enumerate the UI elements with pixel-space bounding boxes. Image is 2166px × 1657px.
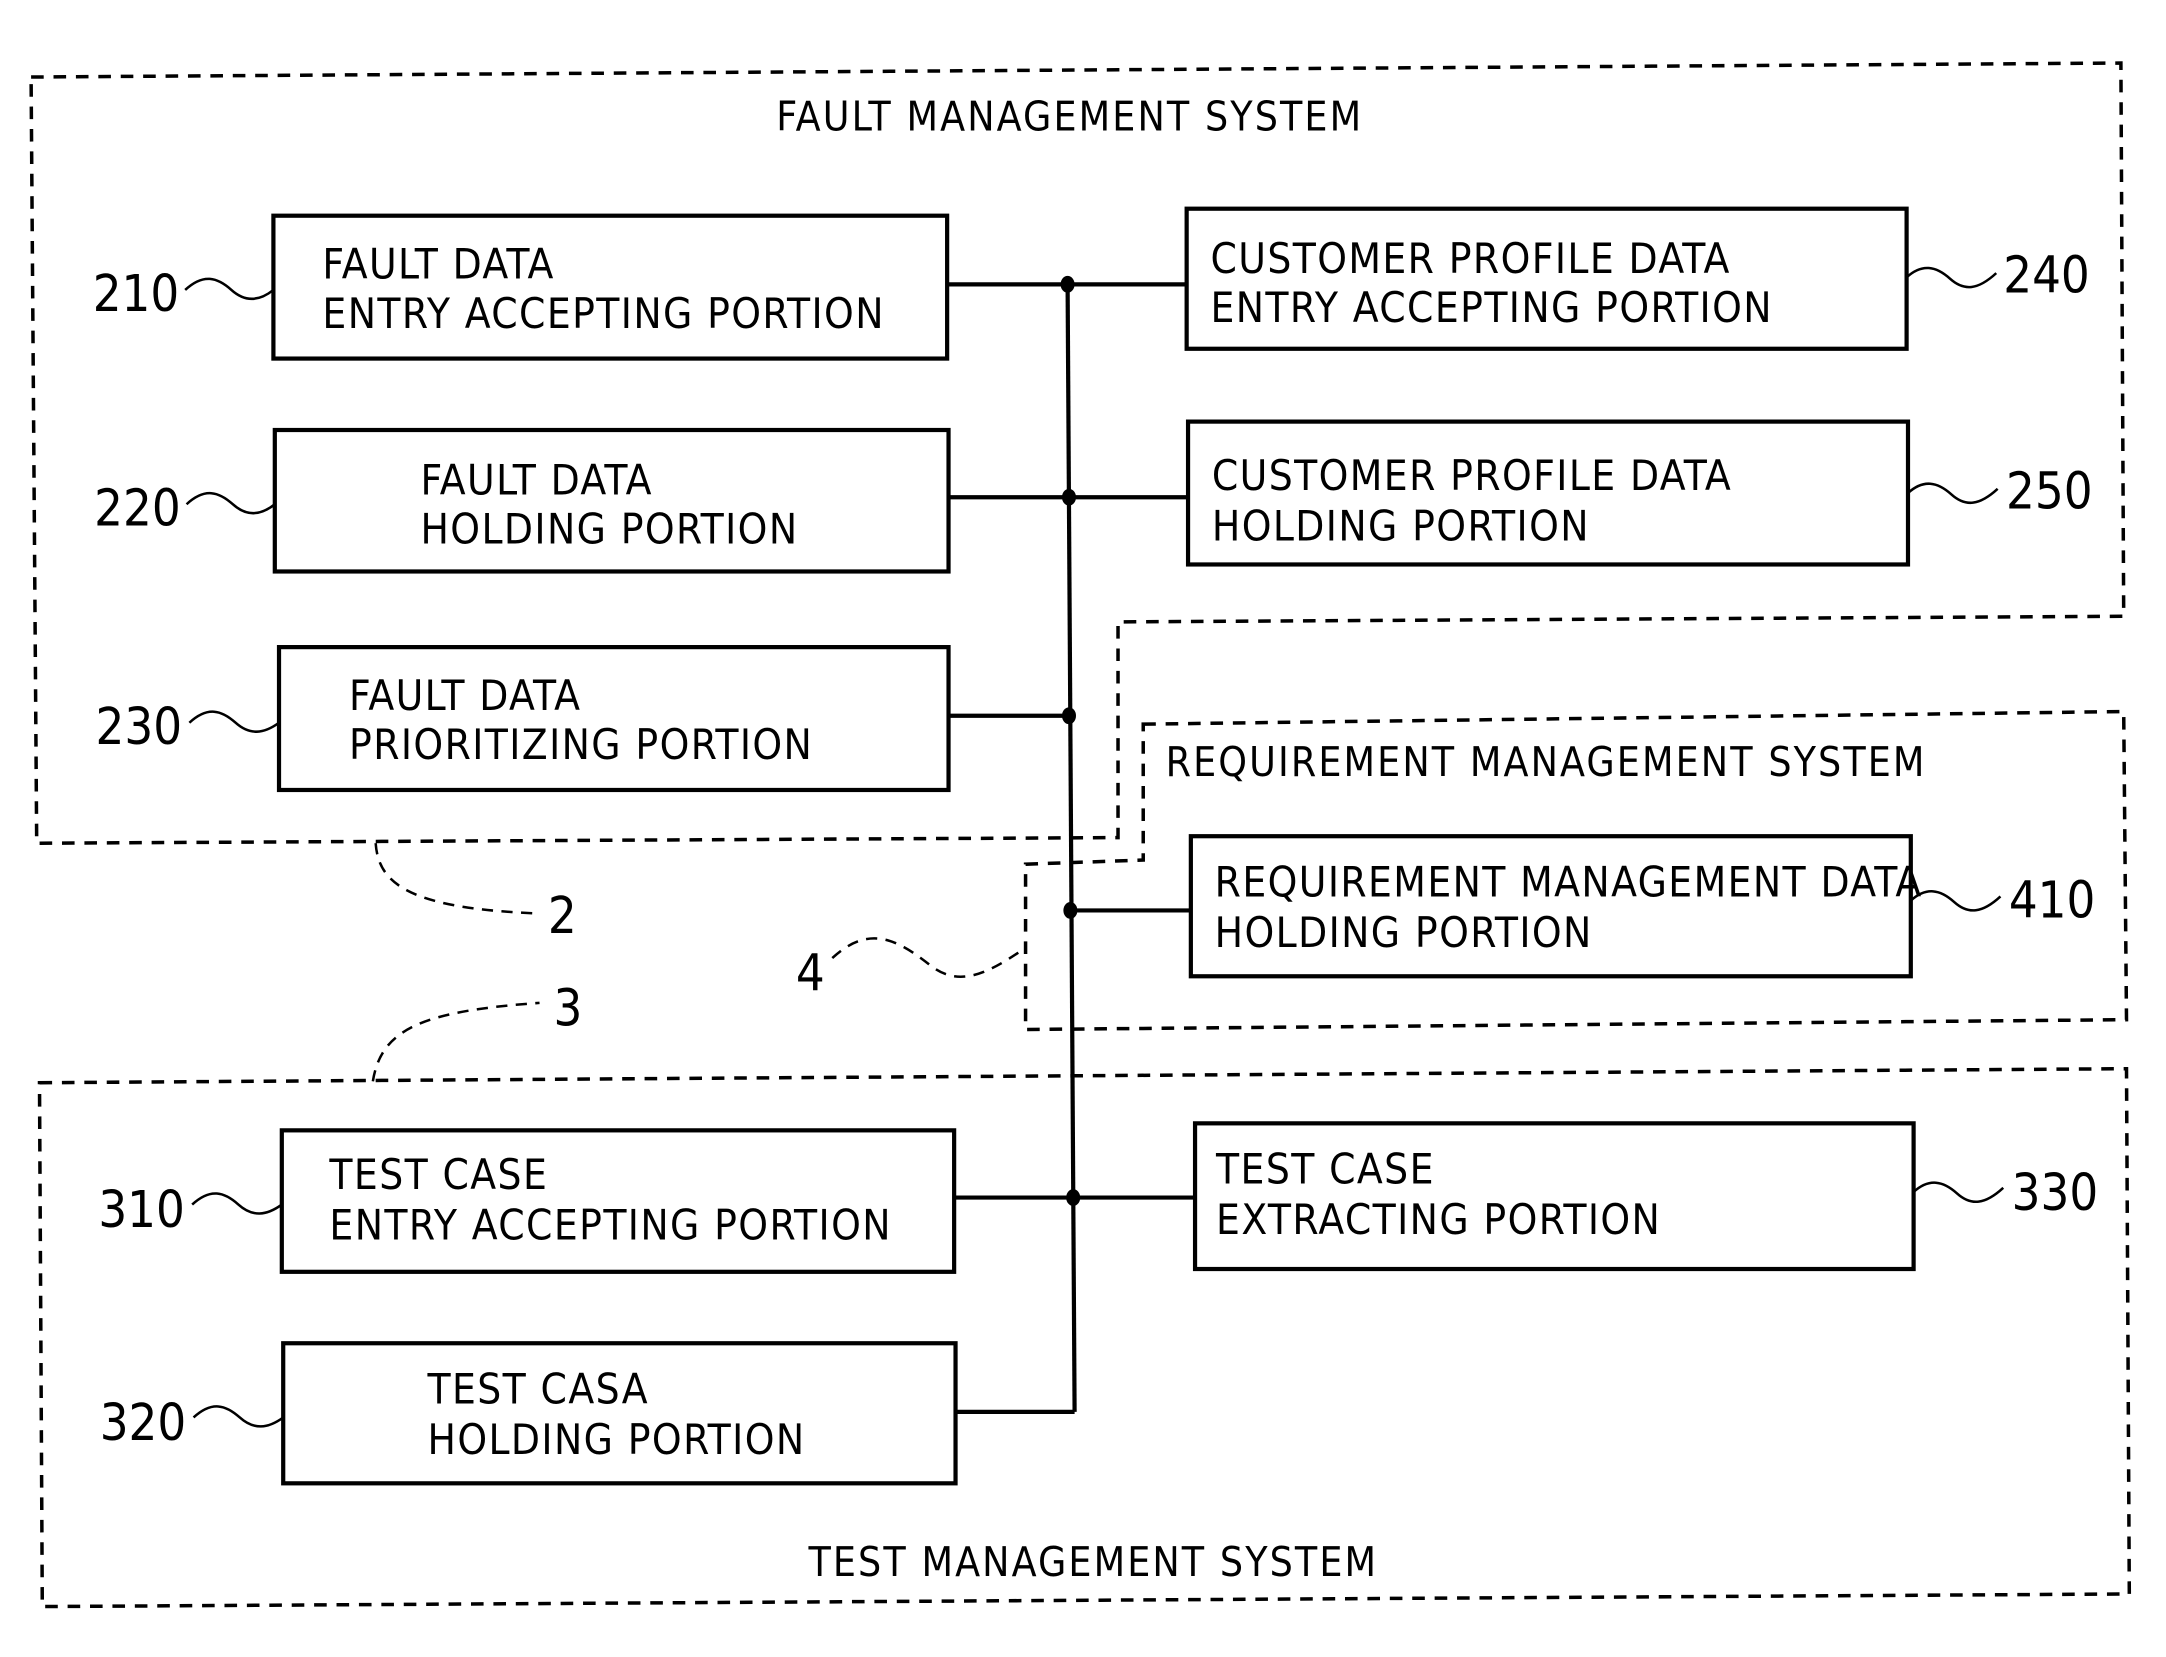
main-bus-vertical [1065, 282, 1077, 1412]
ref-number-230: 230 [96, 697, 183, 756]
block-label-line1: FAULT DATA [349, 671, 581, 720]
block-requirement-management-data-holding-portion: REQUIREMENT MANAGEMENT DATA HOLDING PORT… [1188, 834, 1923, 979]
block-label-line2: HOLDING PORTION [1215, 908, 1593, 957]
ref-leader-220 [185, 491, 276, 515]
ref-number-240: 240 [2003, 246, 2090, 305]
bus-junction-dot [1061, 488, 1076, 506]
block-label-line2: HOLDING PORTION [420, 504, 798, 553]
requirement-management-system-title: REQUIREMENT MANAGEMENT SYSTEM [1166, 738, 1927, 786]
ref-leader-330 [1912, 1181, 2005, 1203]
system-block-diagram: FAULT MANAGEMENT SYSTEM REQUIREMENT MANA… [29, 61, 2132, 1609]
block-customer-profile-data-holding-portion: CUSTOMER PROFILE DATA HOLDING PORTION [1185, 419, 1911, 567]
block-label-line2: EXTRACTING PORTION [1216, 1195, 1661, 1244]
block-customer-profile-data-entry-accepting-portion: CUSTOMER PROFILE DATA ENTRY ACCEPTING PO… [1184, 206, 1909, 351]
test-system-leader-line [371, 1001, 540, 1082]
block-label-line1: REQUIREMENT MANAGEMENT DATA [1215, 857, 1923, 906]
block-fault-data-entry-accepting-portion: FAULT DATA ENTRY ACCEPTING PORTION [271, 213, 950, 361]
bus-junction-dot [1060, 275, 1075, 293]
ref-number-210: 210 [93, 264, 180, 323]
test-management-system-title: TEST MANAGEMENT SYSTEM [807, 1538, 1378, 1586]
block-label-line1: TEST CASA [426, 1364, 649, 1413]
block-test-case-extracting-portion: TEST CASE EXTRACTING PORTION [1192, 1121, 1916, 1272]
bus-junction-dot [1061, 707, 1076, 725]
block-label-line1: FAULT DATA [322, 240, 554, 289]
block-fault-data-prioritizing-portion: FAULT DATA PRIORITIZING PORTION [276, 645, 951, 793]
block-label-line1: TEST CASE [1215, 1145, 1435, 1194]
block-fault-data-holding-portion: FAULT DATA HOLDING PORTION [272, 427, 951, 574]
ref-leader-310 [191, 1192, 283, 1215]
block-label-line1: CUSTOMER PROFILE DATA [1212, 451, 1732, 500]
fault-system-leader-line [374, 843, 533, 915]
ref-leader-230 [188, 710, 280, 733]
block-label-line1: TEST CASE [328, 1150, 548, 1199]
fault-system-ref-number: 2 [548, 886, 577, 945]
ref-leader-210 [184, 277, 275, 301]
ref-leader-250 [1907, 482, 1999, 504]
block-label-line2: ENTRY ACCEPTING PORTION [1210, 283, 1772, 332]
ref-number-220: 220 [94, 478, 181, 537]
ref-number-330: 330 [2012, 1163, 2099, 1222]
block-label-line2: ENTRY ACCEPTING PORTION [322, 289, 884, 338]
ref-leader-410 [1909, 890, 2002, 912]
ref-leader-240 [1905, 266, 1998, 289]
ref-number-320: 320 [100, 1393, 187, 1452]
test-system-ref-number: 3 [554, 978, 583, 1037]
block-label-line2: HOLDING PORTION [427, 1415, 805, 1464]
ref-number-310: 310 [98, 1180, 185, 1239]
fault-management-system-title: FAULT MANAGEMENT SYSTEM [776, 92, 1363, 140]
requirement-system-ref-number: 4 [796, 943, 825, 1002]
block-label-line2: HOLDING PORTION [1212, 502, 1590, 551]
ref-number-410: 410 [2009, 870, 2096, 929]
block-test-case-entry-accepting-portion: TEST CASE ENTRY ACCEPTING PORTION [279, 1128, 957, 1274]
requirement-system-leader-line [831, 937, 1024, 978]
bus-junction-dot [1063, 902, 1078, 919]
block-label-line1: FAULT DATA [420, 455, 652, 504]
block-label-line2: PRIORITIZING PORTION [349, 720, 813, 769]
block-test-casa-holding-portion: TEST CASA HOLDING PORTION [281, 1341, 958, 1486]
block-label-line1: CUSTOMER PROFILE DATA [1210, 234, 1730, 283]
block-label-line2: ENTRY ACCEPTING PORTION [329, 1201, 891, 1250]
ref-leader-320 [192, 1405, 284, 1428]
ref-number-250: 250 [2006, 461, 2093, 520]
bus-junction-dot [1066, 1189, 1081, 1206]
